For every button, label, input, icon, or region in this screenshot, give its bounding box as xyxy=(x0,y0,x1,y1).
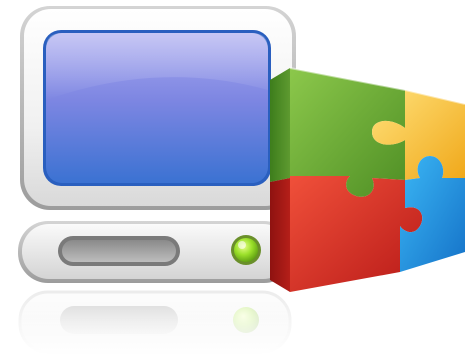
puzzle-box-icon xyxy=(270,67,466,292)
computer-base xyxy=(18,221,294,283)
power-led-icon xyxy=(234,238,258,262)
computer-puzzle-illustration xyxy=(0,6,471,355)
reflection-fade xyxy=(0,288,471,355)
monitor xyxy=(20,6,296,210)
